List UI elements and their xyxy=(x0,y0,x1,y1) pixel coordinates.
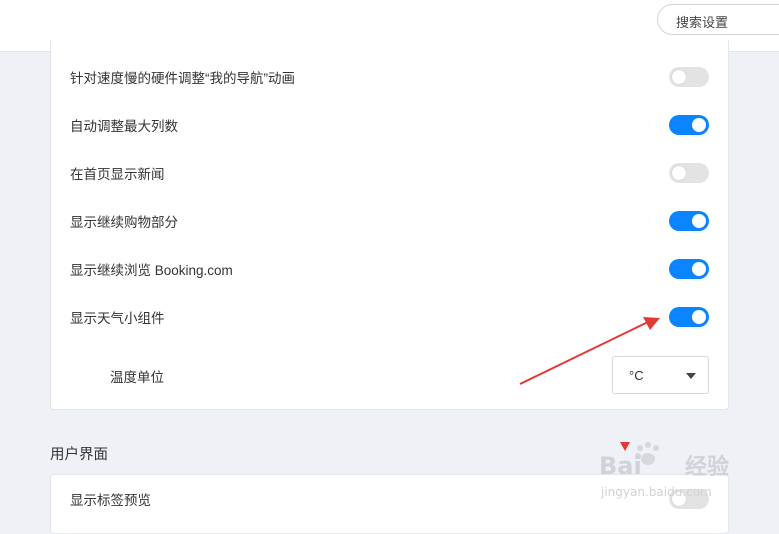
temperature-unit-select[interactable]: °C xyxy=(612,356,709,394)
toggle-knob xyxy=(692,262,706,276)
search-placeholder: 搜索设置 xyxy=(676,15,729,30)
toggle-knob xyxy=(692,310,706,324)
toggle-switch[interactable] xyxy=(669,115,709,135)
toggle-switch[interactable] xyxy=(669,211,709,231)
setting-label: 在首页显示新闻 xyxy=(70,167,165,182)
toggle-knob xyxy=(692,214,706,228)
toggle-switch[interactable] xyxy=(669,489,709,509)
ui-settings-card: 显示标签预览 xyxy=(50,474,729,534)
toggle-switch[interactable] xyxy=(669,259,709,279)
setting-row-auto-max-columns: 自动调整最大列数 xyxy=(51,101,728,149)
settings-card: 针对速度慢的硬件调整“我的导航”动画 自动调整最大列数 在首页显示新闻 显示继续… xyxy=(50,40,729,410)
setting-label: 显示继续浏览 Booking.com xyxy=(70,263,233,278)
section-title-ui: 用户界面 xyxy=(50,447,108,463)
toggle-switch[interactable] xyxy=(669,67,709,87)
temperature-unit-value: °C xyxy=(629,368,644,383)
setting-row-show-news: 在首页显示新闻 xyxy=(51,149,728,197)
setting-row-slow-hardware-animation: 针对速度慢的硬件调整“我的导航”动画 xyxy=(51,53,728,101)
setting-label: 显示继续购物部分 xyxy=(70,215,178,230)
temperature-unit-label: 温度单位 xyxy=(110,370,164,385)
weather-widget-toggle[interactable] xyxy=(669,307,709,327)
setting-label: 针对速度慢的硬件调整“我的导航”动画 xyxy=(70,71,295,86)
toggle-knob xyxy=(692,118,706,132)
setting-row-continue-shopping: 显示继续购物部分 xyxy=(51,197,728,245)
setting-row-weather-widget: 显示天气小组件 xyxy=(51,293,728,341)
setting-label: 自动调整最大列数 xyxy=(70,119,178,134)
toggle-switch[interactable] xyxy=(669,163,709,183)
setting-label: 显示天气小组件 xyxy=(70,311,165,326)
search-input[interactable]: 搜索设置 xyxy=(657,4,779,35)
setting-row-continue-booking: 显示继续浏览 Booking.com xyxy=(51,245,728,293)
setting-label: 显示标签预览 xyxy=(70,493,151,508)
toggle-knob xyxy=(672,70,686,84)
toggle-knob xyxy=(672,166,686,180)
chevron-down-icon xyxy=(686,373,696,379)
toggle-knob xyxy=(672,492,686,506)
